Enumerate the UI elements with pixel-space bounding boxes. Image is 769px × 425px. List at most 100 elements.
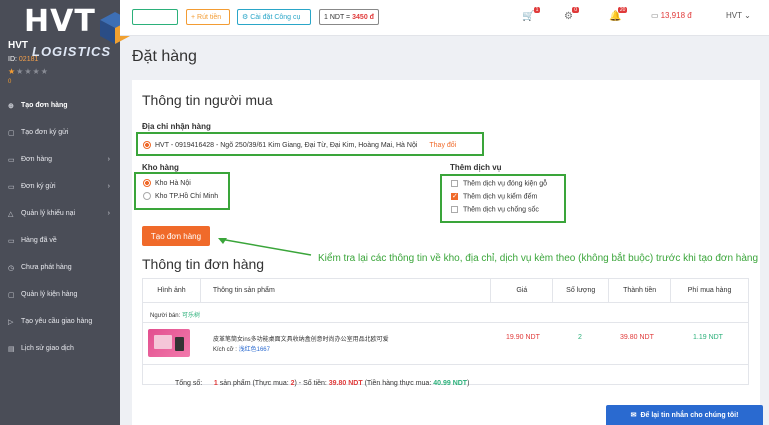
- sidebar-item-kien-hang[interactable]: ▢ Quản lý kiện hàng: [0, 281, 120, 308]
- order-summary: Tổng số: 1 sản phẩm (Thực mua: 2) - Số t…: [175, 380, 469, 387]
- brand-name: HVT: [24, 4, 96, 39]
- sidebar-item-lich-su[interactable]: ▤ Lịch sử giao dịch: [0, 335, 120, 362]
- annotation-arrow-icon: [218, 238, 312, 256]
- sidebar: HVT LOGISTICS HVT ID: 02181 ★★★★★ 0 ⊕ Tạo…: [0, 0, 130, 425]
- sidebar-item-label: Quản lý khiếu nại: [21, 210, 76, 217]
- product-image[interactable]: [148, 329, 190, 357]
- wallet-balance[interactable]: ▭ 13,918 đ: [651, 11, 692, 20]
- wallet-amount: 13,918 đ: [660, 11, 692, 20]
- package-icon: ▢: [8, 291, 15, 299]
- history-icon: ▤: [8, 345, 15, 353]
- sidebar-item-label: Đơn ký gửi: [21, 183, 56, 190]
- summary-text: (Tiền hàng thực mua:: [364, 380, 432, 387]
- chevron-right-icon: ›: [107, 156, 110, 163]
- sidebar-item-label: Tạo đơn hàng: [21, 102, 68, 109]
- seller-row: [142, 302, 749, 323]
- product-total: 39.80 NDT: [620, 334, 654, 341]
- service-option-chong-soc[interactable]: Thêm dịch vụ chống sốc: [451, 206, 539, 213]
- sidebar-nav: ⊕ Tạo đơn hàng ▢ Tạo đơn ký gửi ▭ Đơn hàng ›…: [0, 92, 120, 362]
- user-id: ID: 02181: [8, 56, 38, 63]
- product-name[interactable]: 皮革笔筒女ins多功能桌面文具收纳盒创意时尚办公室用品北欧可爱: [213, 334, 389, 343]
- rate-value: 3450 đ: [352, 13, 374, 21]
- service-option-dong-go[interactable]: Thêm dịch vụ đóng kiện gỗ: [451, 180, 547, 187]
- star-icon: ★: [24, 67, 33, 76]
- clock-icon: ◷: [8, 264, 15, 272]
- service-option-kiem-dem[interactable]: Thêm dịch vụ kiểm đếm: [451, 192, 538, 201]
- summary-text: ): [467, 380, 470, 387]
- rut-tien-button[interactable]: + Rút tiền: [186, 9, 230, 25]
- warehouse-highlight-box: [134, 172, 230, 210]
- seller-name[interactable]: 可乐树: [182, 313, 200, 319]
- star-icon: ★: [8, 67, 17, 76]
- col-header: Thông tin sản phẩm: [199, 278, 492, 303]
- warehouse-radio[interactable]: [143, 179, 151, 187]
- sidebar-item-label: Đơn hàng: [21, 156, 53, 163]
- chat-icon: ✉: [630, 412, 637, 419]
- sidebar-item-label: Tạo đơn ký gửi: [21, 129, 69, 136]
- send-icon: ▷: [8, 318, 14, 326]
- order-heading: Thông tin đơn hàng: [142, 256, 265, 272]
- chat-label: Để lại tin nhắn cho chúng tôi!: [640, 411, 739, 419]
- warning-icon: △: [8, 210, 14, 218]
- nap-tien-button[interactable]: [132, 9, 178, 25]
- sidebar-item-don-ky-gui[interactable]: ▭ Đơn ký gửi ›: [0, 173, 120, 200]
- bell-icon[interactable]: 🔔 20: [609, 7, 628, 22]
- product-quantity: 2: [578, 334, 582, 341]
- user-id-label: ID:: [8, 56, 17, 63]
- warehouse-option-hanoi[interactable]: Kho Hà Nội: [143, 179, 191, 187]
- col-header: Thành tiền: [608, 278, 672, 303]
- sidebar-item-tao-don-ky-gui[interactable]: ▢ Tạo đơn ký gửi: [0, 119, 120, 146]
- sidebar-item-label: Quản lý kiện hàng: [21, 291, 78, 298]
- service-checkbox[interactable]: [451, 206, 458, 213]
- product-size: Kích cỡ : 浅红色1667: [213, 344, 270, 353]
- warehouse-radio[interactable]: [143, 192, 151, 200]
- sidebar-item-label: Tạo yêu cầu giao hàng: [21, 318, 93, 325]
- sidebar-item-label: Hàng đã về: [21, 237, 57, 244]
- table-header-row: Hình ảnh Thông tin sản phẩm Giá Số lượng…: [142, 278, 749, 303]
- warehouse-label: Kho hàng: [142, 163, 179, 172]
- brand-subtitle: LOGISTICS: [32, 44, 112, 59]
- size-label: Kích cỡ :: [213, 347, 237, 353]
- gift-badge: 0: [572, 7, 579, 13]
- cart-icon[interactable]: 🛒 1: [522, 7, 541, 22]
- plus-circle-icon: ⊕: [8, 102, 14, 110]
- address-option[interactable]: HVT - 0919416428 - Ngõ 250/39/61 Kim Gia…: [143, 141, 456, 149]
- sidebar-item-hang-da-ve[interactable]: ▭ Hàng đã về: [0, 227, 120, 254]
- summary-count: 1: [213, 380, 218, 387]
- purchase-fee: 1.19 NDT: [693, 334, 723, 341]
- sidebar-item-khieu-nai[interactable]: △ Quản lý khiếu nại ›: [0, 200, 120, 227]
- wallet-icon: ▭: [651, 11, 659, 20]
- col-header: Giá: [490, 278, 554, 303]
- bell-badge: 20: [617, 7, 628, 13]
- sidebar-item-yeu-cau-giao-hang[interactable]: ▷ Tạo yêu cầu giao hàng: [0, 308, 120, 335]
- user-menu[interactable]: HVT ⌄: [726, 11, 751, 20]
- service-label: Thêm dịch vụ kiểm đếm: [463, 193, 538, 201]
- service-checkbox-checked[interactable]: [451, 192, 458, 200]
- service-label: Thêm dịch vụ chống sốc: [463, 206, 539, 214]
- address-radio[interactable]: [143, 141, 151, 149]
- cai-dat-cong-cu-button[interactable]: ⚙ Cài đặt Công cụ: [237, 9, 311, 25]
- services-label: Thêm dịch vụ: [450, 163, 502, 172]
- service-checkbox[interactable]: [451, 180, 458, 187]
- truck-icon: ▭: [8, 237, 15, 245]
- warehouse-label-hcm: Kho TP.Hồ Chí Minh: [155, 192, 219, 200]
- sidebar-item-chua-phat-hang[interactable]: ◷ Chưa phát hàng: [0, 254, 120, 281]
- sidebar-item-don-hang[interactable]: ▭ Đơn hàng ›: [0, 146, 120, 173]
- order-table: Hình ảnh Thông tin sản phẩm Giá Số lượng…: [142, 278, 749, 385]
- cart-badge: 1: [533, 7, 541, 13]
- product-price: 19.90 NDT: [506, 334, 540, 341]
- gift-icon[interactable]: ⚙ 0: [564, 7, 579, 22]
- summary-text: sản phẩm (Thực mua:: [219, 380, 289, 387]
- chat-widget-button[interactable]: ✉ Để lại tin nhắn cho chúng tôi!: [606, 405, 763, 425]
- page-title: Đặt hàng: [132, 48, 197, 65]
- change-address-link[interactable]: Thay đổi: [429, 142, 456, 149]
- chevron-right-icon: ›: [107, 210, 110, 217]
- sidebar-item-tao-don-hang[interactable]: ⊕ Tạo đơn hàng: [0, 92, 120, 119]
- col-header: Phí mua hàng: [670, 278, 749, 303]
- list-icon: ▭: [8, 156, 15, 164]
- exchange-rate: 1 NDT = 3450 đ: [319, 9, 379, 25]
- create-order-button[interactable]: Tạo đơn hàng: [142, 226, 210, 246]
- user-name: HVT: [8, 40, 28, 51]
- chevron-right-icon: ›: [107, 183, 110, 190]
- warehouse-option-hcm[interactable]: Kho TP.Hồ Chí Minh: [143, 192, 218, 200]
